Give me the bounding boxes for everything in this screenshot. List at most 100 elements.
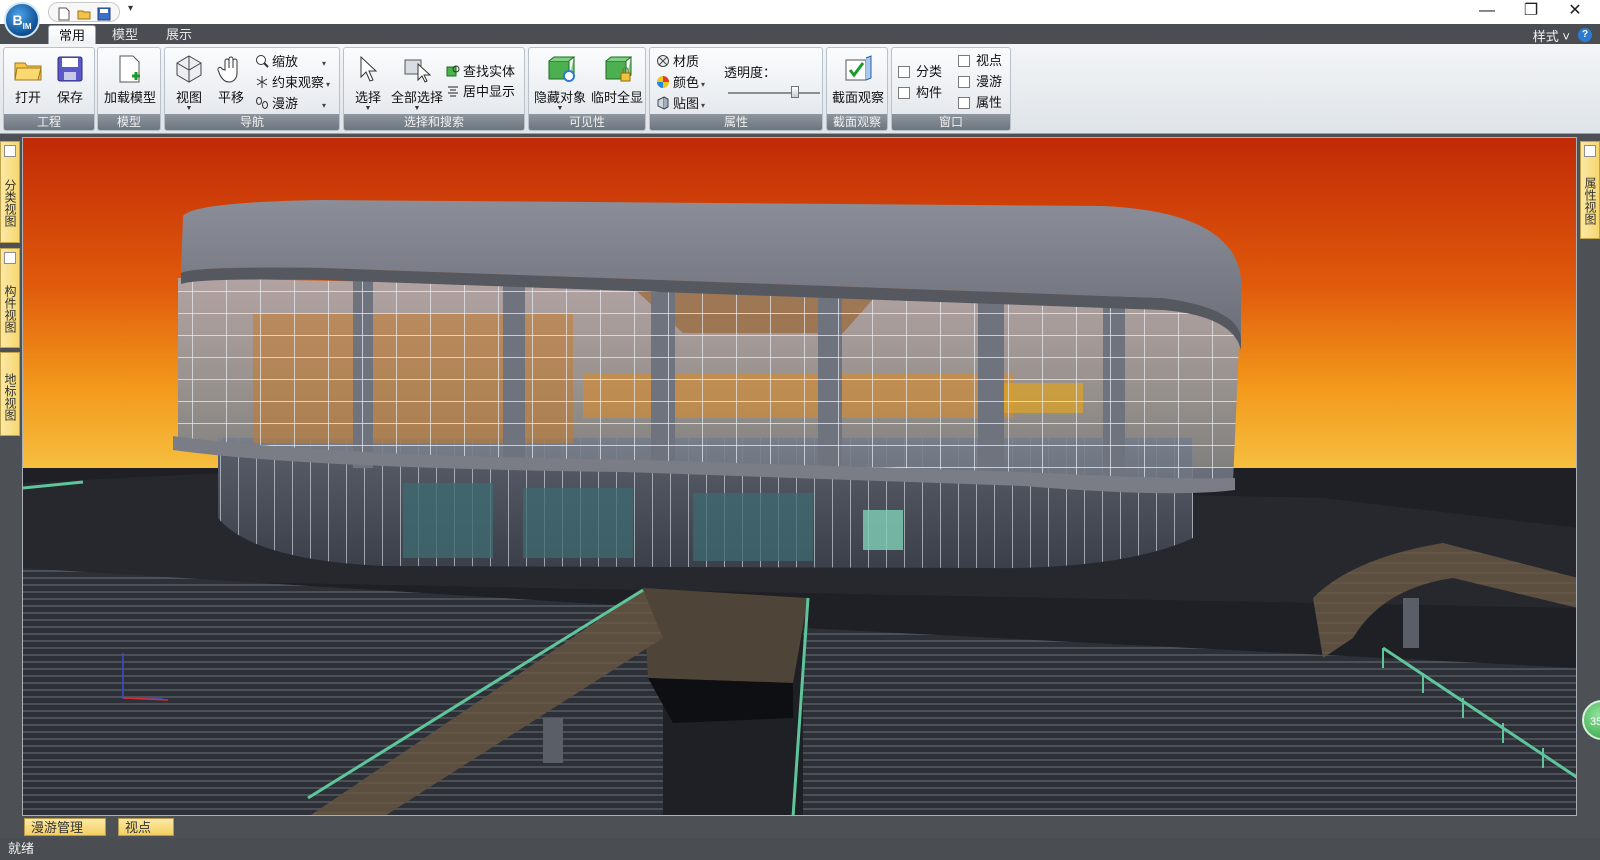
ramp-pillar (1403, 598, 1419, 648)
checkbox-viewpoint[interactable]: 视点 (958, 51, 1002, 71)
ribbon: 打开 保存 工程 加载模型 模型 视图 ▼ 平移 缩放 ▾ 约束观察 ▾ 漫游 … (0, 44, 1600, 134)
save-label: 保存 (56, 90, 83, 105)
select-all-button[interactable]: 全部选择 ▼ (390, 52, 444, 114)
component-view-icon (4, 252, 16, 264)
stair-opening (648, 678, 793, 723)
zoom-icon (256, 55, 269, 68)
select-button[interactable]: 选择 ▼ (348, 52, 388, 114)
logo-subtext: IM (22, 21, 32, 31)
category-label: 分类 (916, 64, 943, 79)
load-model-label: 加载模型 (103, 90, 156, 105)
tab-model[interactable]: 模型 (102, 25, 148, 44)
group-section: 截面观察 截面观察 (826, 47, 888, 131)
show-all-button[interactable]: 临时全显 (589, 52, 645, 114)
entrance-door (693, 493, 813, 561)
center-display-button[interactable]: 居中显示 (446, 82, 515, 102)
component-label: 构件 (916, 85, 943, 100)
load-model-button[interactable]: 加载模型 (102, 52, 158, 114)
side-tab-property-view[interactable]: 属性视图 (1580, 141, 1600, 239)
entrance-door (403, 483, 493, 558)
checkbox-component[interactable]: 构件 (898, 83, 942, 103)
hide-object-button[interactable]: 隐藏对象 ▼ (532, 52, 588, 114)
opacity-slider-thumb[interactable] (791, 86, 799, 98)
view-button[interactable]: 视图 ▼ (169, 52, 209, 114)
zoom-label: 缩放 (272, 54, 299, 69)
color-button[interactable]: 颜色 ▾ (656, 73, 705, 93)
show-all-lock-icon (605, 56, 632, 82)
building-model-render[interactable] (23, 138, 1577, 816)
checkbox-walk[interactable]: 漫游 (958, 72, 1002, 92)
group-label-navigation: 导航 (165, 114, 339, 130)
find-entity-button[interactable]: 查找实体 (446, 62, 515, 82)
walk-button[interactable]: 漫游 ▾ (255, 94, 326, 114)
status-bar: 就绪 (0, 838, 1600, 860)
restore-button[interactable]: ❐ (1508, 0, 1554, 24)
save-button[interactable]: 保存 (50, 52, 90, 114)
select-all-dropdown-arrow: ▼ (413, 105, 421, 112)
zoom-button[interactable]: 缩放 ▾ (255, 52, 326, 72)
pan-button[interactable]: 平移 (211, 52, 251, 114)
open-label: 打开 (14, 90, 41, 105)
section-view-button[interactable]: 截面观察 (830, 52, 886, 114)
checkbox-box[interactable] (958, 97, 970, 109)
save-icon[interactable] (97, 7, 111, 21)
close-button[interactable]: ✕ (1552, 0, 1598, 24)
help-icon[interactable]: ? (1578, 28, 1592, 42)
side-tab-landmark-view[interactable]: 地标视图 (0, 352, 20, 436)
logo-text: B (12, 12, 23, 28)
color-palette-icon (657, 76, 669, 88)
checkbox-box[interactable] (898, 66, 910, 78)
tab-walk-management[interactable]: 漫游管理 (24, 818, 106, 836)
checkbox-property[interactable]: 属性 (958, 93, 1002, 113)
group-navigation: 视图 ▼ 平移 缩放 ▾ 约束观察 ▾ 漫游 ▾ 导航 (164, 47, 340, 131)
material-button[interactable]: 材质 (656, 52, 699, 72)
opacity-slider[interactable] (728, 86, 820, 98)
opacity-slider-track (728, 92, 820, 94)
open-button[interactable]: 打开 (8, 52, 48, 114)
group-project: 打开 保存 工程 (3, 47, 95, 131)
open-folder-icon[interactable] (77, 7, 91, 21)
opacity-label: 透明度： (724, 65, 777, 80)
side-tab-category-view[interactable]: 分类视图 (0, 141, 20, 243)
group-label-properties: 属性 (650, 114, 822, 130)
new-file-icon[interactable] (57, 7, 71, 21)
orbit-button[interactable]: 约束观察 ▾ (255, 73, 330, 93)
side-tab-label: 分类视图 (3, 179, 17, 227)
side-tab-component-view[interactable]: 构件视图 (0, 248, 20, 348)
walk-label: 漫游 (272, 96, 299, 111)
app-logo-icon[interactable]: BIM (4, 2, 40, 38)
stair-box (643, 588, 808, 683)
walk-window-label: 漫游 (976, 74, 1003, 89)
quick-access-dropdown[interactable]: ▾ (128, 3, 133, 14)
checkbox-category[interactable]: 分类 (898, 62, 942, 82)
minimize-button[interactable]: — (1464, 0, 1510, 24)
bottom-tab-bar: 漫游管理 视点 (0, 816, 1600, 838)
texture-label: 贴图 (673, 96, 700, 111)
3d-viewport[interactable] (22, 137, 1577, 816)
checkbox-box[interactable] (898, 87, 910, 99)
save-icon (57, 56, 83, 82)
tab-viewpoint[interactable]: 视点 (118, 818, 174, 836)
checkbox-box[interactable] (958, 55, 970, 67)
tab-display[interactable]: 展示 (156, 25, 202, 44)
orbit-label: 约束观察 (272, 75, 325, 90)
select-dropdown-arrow: ▼ (364, 105, 372, 112)
property-window-label: 属性 (976, 95, 1003, 110)
hide-object-dropdown-arrow: ▼ (556, 105, 564, 112)
select-all-icon (404, 59, 432, 83)
orbit-dropdown-arrow: ▾ (326, 80, 331, 89)
group-label-select-search: 选择和搜索 (344, 114, 524, 130)
checkbox-box[interactable] (958, 76, 970, 88)
property-view-icon (1584, 145, 1596, 157)
tab-common[interactable]: 常用 (48, 25, 97, 44)
hide-cube-icon (548, 56, 575, 82)
find-entity-label: 查找实体 (463, 64, 516, 79)
group-label-window: 窗口 (892, 114, 1010, 130)
style-menu[interactable]: 样式 ˅ (1533, 26, 1570, 45)
view-dropdown-arrow: ▼ (185, 105, 193, 112)
texture-button[interactable]: 贴图 ▾ (656, 94, 705, 114)
title-bar: ▾ — ❐ ✕ (0, 0, 1600, 24)
color-label: 颜色 (673, 75, 700, 90)
viewpoint-label: 视点 (976, 53, 1003, 68)
group-model: 加载模型 模型 (97, 47, 161, 131)
